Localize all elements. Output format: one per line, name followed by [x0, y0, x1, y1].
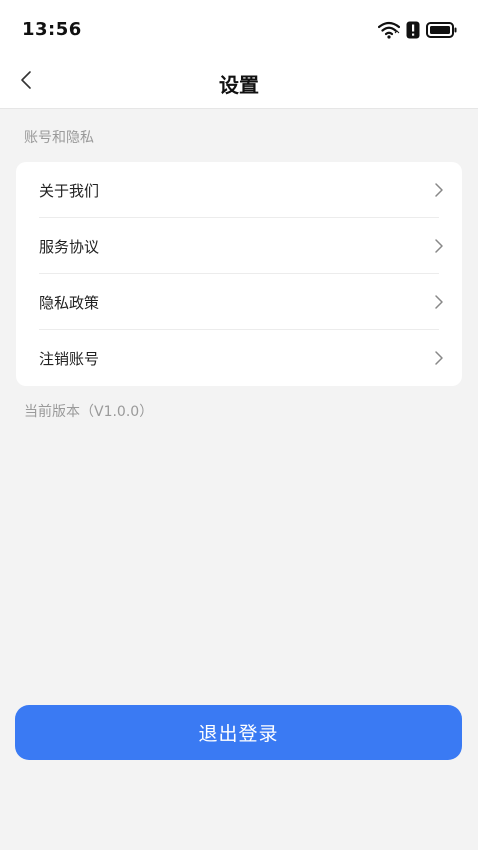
- section-label: 账号和隐私: [24, 130, 94, 146]
- settings-item-about-us[interactable]: 关于我们: [16, 162, 462, 218]
- settings-item-delete-account[interactable]: 注销账号: [16, 330, 462, 386]
- logout-button[interactable]: 退出登录: [15, 705, 462, 760]
- settings-card: 关于我们 服务协议 隐私政策 注销账号: [16, 162, 462, 386]
- settings-item-privacy-policy[interactable]: 隐私政策: [16, 274, 462, 330]
- chevron-right-icon: [435, 295, 443, 309]
- wifi-icon: [377, 21, 401, 43]
- alert-icon: [406, 21, 420, 43]
- settings-item-label: 服务协议: [39, 238, 100, 256]
- status-bar: 13:56: [0, 0, 478, 58]
- settings-item-service-agreement[interactable]: 服务协议: [16, 218, 462, 274]
- chevron-right-icon: [435, 351, 443, 365]
- nav-bar: 设置: [0, 58, 478, 109]
- settings-item-label: 隐私政策: [39, 294, 100, 312]
- version-text: 当前版本（V1.0.0）: [24, 404, 154, 420]
- settings-item-label: 注销账号: [39, 350, 100, 368]
- status-icons: [377, 21, 458, 43]
- chevron-right-icon: [435, 183, 443, 197]
- page-title: 设置: [219, 73, 259, 97]
- battery-icon: [426, 21, 458, 43]
- chevron-right-icon: [435, 239, 443, 253]
- status-time: 13:56: [22, 19, 82, 40]
- settings-item-label: 关于我们: [39, 182, 100, 200]
